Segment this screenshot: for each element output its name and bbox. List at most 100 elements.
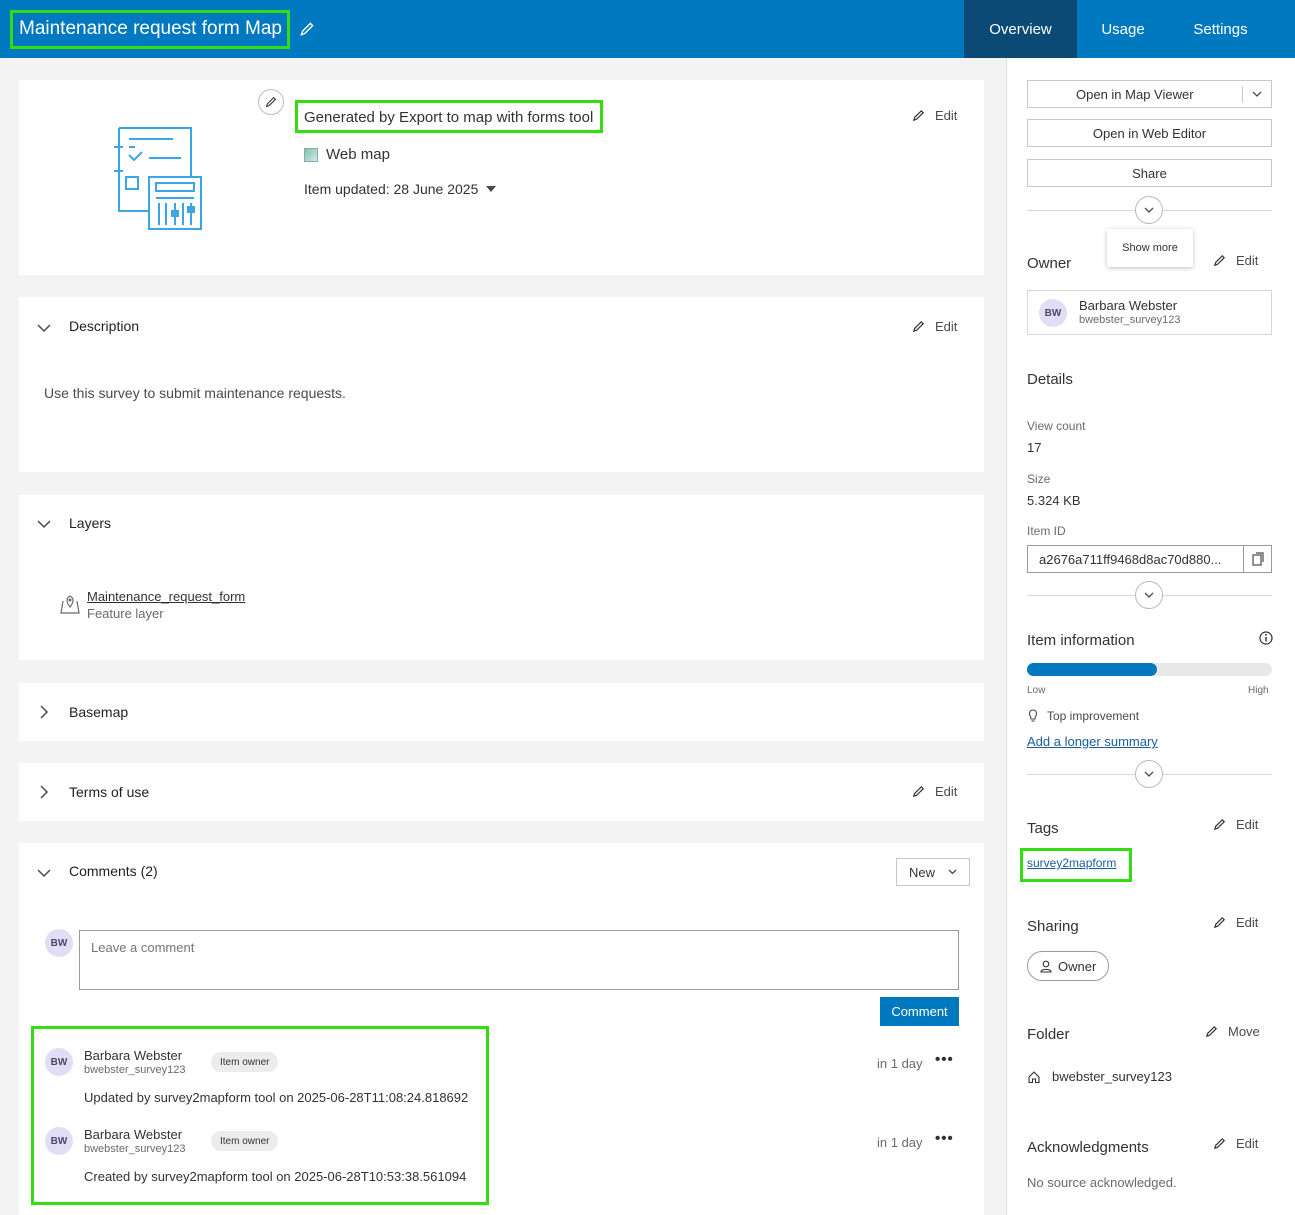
edit-label: Edit xyxy=(935,784,958,799)
layer-link[interactable]: Maintenance_request_form xyxy=(87,589,245,604)
edit-title-pencil-icon[interactable] xyxy=(298,20,316,38)
item-snippet: Generated by Export to map with forms to… xyxy=(304,109,594,126)
pencil-icon xyxy=(265,96,277,108)
avatar: BW xyxy=(45,929,73,957)
more-options-icon[interactable]: ••• xyxy=(935,1130,954,1147)
item-owner-badge: Item owner xyxy=(211,1052,279,1072)
page-title: Maintenance request form Map xyxy=(19,18,282,39)
chevron-down-icon[interactable] xyxy=(37,866,51,880)
item-type-label: Web map xyxy=(326,146,390,163)
edit-description-button[interactable]: Edit xyxy=(911,319,957,334)
share-button[interactable]: Share xyxy=(1027,159,1272,187)
comments-card: Comments (2) New BW Comment BW Barbara W… xyxy=(19,843,984,1215)
chevron-right-icon[interactable] xyxy=(37,705,51,719)
item-updated[interactable]: Item updated: 28 June 2025 xyxy=(304,181,497,197)
move-folder-button[interactable]: Move xyxy=(1204,1024,1260,1039)
score-high-label: High xyxy=(1248,685,1269,696)
comment-username: bwebster_survey123 xyxy=(84,1064,186,1076)
sidebar: Open in Map Viewer Open in Web Editor Sh… xyxy=(1006,58,1295,1215)
owner-username: bwebster_survey123 xyxy=(1079,314,1181,326)
chevron-right-icon[interactable] xyxy=(37,785,51,799)
edit-thumbnail-button[interactable] xyxy=(258,89,284,115)
item-id-label: Item ID xyxy=(1027,524,1066,538)
folder-name: bwebster_survey123 xyxy=(1052,1069,1172,1084)
pencil-icon xyxy=(912,320,925,333)
chevron-down-icon[interactable] xyxy=(37,517,51,531)
open-web-editor-button[interactable]: Open in Web Editor xyxy=(1027,119,1272,147)
comment-submit-button[interactable]: Comment xyxy=(880,997,959,1026)
tag-link[interactable]: survey2mapform xyxy=(1027,856,1116,870)
folder-title: Folder xyxy=(1027,1026,1070,1043)
chevron-down-icon xyxy=(1144,592,1154,598)
layers-title: Layers xyxy=(69,515,112,531)
tab-usage[interactable]: Usage xyxy=(1077,0,1169,58)
chevron-down-icon[interactable] xyxy=(1252,91,1262,98)
view-count-value: 17 xyxy=(1027,440,1042,455)
basemap-card[interactable]: Basemap xyxy=(19,683,984,741)
owner-card[interactable]: BW Barbara Webster bwebster_survey123 xyxy=(1027,290,1272,335)
item-score-fill xyxy=(1027,663,1157,676)
item-score-bar xyxy=(1027,663,1272,676)
copy-button[interactable] xyxy=(1244,545,1272,573)
view-count-label: View count xyxy=(1027,419,1086,433)
chevron-down-icon xyxy=(948,869,957,875)
comment-time: in 1 day xyxy=(877,1056,923,1071)
pencil-icon xyxy=(1213,818,1226,831)
top-improvement-label: Top improvement xyxy=(1047,709,1140,723)
layer-type: Feature layer xyxy=(87,606,164,621)
show-more-tooltip: Show more xyxy=(1107,229,1193,267)
sharing-title: Sharing xyxy=(1027,918,1079,935)
terms-title: Terms of use xyxy=(69,784,150,800)
show-more-button[interactable] xyxy=(1135,196,1163,224)
comment-input[interactable] xyxy=(79,930,959,990)
home-icon xyxy=(1028,1070,1040,1083)
sharing-level-chip[interactable]: Owner xyxy=(1027,951,1110,981)
tab-overview[interactable]: Overview xyxy=(964,0,1077,58)
sort-label: New xyxy=(909,864,936,880)
item-type: Web map xyxy=(304,146,390,163)
chevron-down-icon xyxy=(1144,207,1154,213)
web-map-icon xyxy=(304,147,318,162)
pencil-icon xyxy=(1213,916,1226,929)
edit-label: Edit xyxy=(935,108,958,123)
more-options-icon[interactable]: ••• xyxy=(935,1051,954,1068)
expand-details-button[interactable] xyxy=(1135,581,1163,609)
expand-information-button[interactable] xyxy=(1135,760,1163,788)
info-icon[interactable] xyxy=(1259,631,1273,645)
comment-time: in 1 day xyxy=(877,1135,923,1150)
comment-author: Barbara Webster xyxy=(84,1127,183,1142)
comment-sort-select[interactable]: New xyxy=(896,858,970,886)
avatar: BW xyxy=(45,1048,73,1076)
edit-label: Edit xyxy=(935,319,958,334)
size-label: Size xyxy=(1027,472,1051,486)
add-summary-link[interactable]: Add a longer summary xyxy=(1027,734,1158,749)
acknowledgments-title: Acknowledgments xyxy=(1027,1139,1149,1156)
feature-layer-icon xyxy=(60,595,80,614)
tab-settings[interactable]: Settings xyxy=(1169,0,1272,58)
edit-label: Edit xyxy=(1236,817,1259,832)
description-card: Description Edit Use this survey to subm… xyxy=(19,297,984,472)
item-id-field[interactable]: a2676a711ff9468d8ac70d880... xyxy=(1027,545,1244,573)
edit-terms-button[interactable]: Edit xyxy=(911,784,957,799)
description-title: Description xyxy=(69,318,140,334)
edit-summary-button[interactable]: Edit xyxy=(911,108,957,123)
edit-tags-button[interactable]: Edit xyxy=(1212,817,1258,832)
edit-owner-button[interactable]: Edit xyxy=(1212,253,1258,268)
terms-card[interactable]: Terms of use Edit xyxy=(19,763,984,821)
open-map-viewer-button[interactable]: Open in Map Viewer xyxy=(1027,80,1272,108)
chevron-down-icon[interactable] xyxy=(37,321,51,335)
item-owner-badge: Item owner xyxy=(211,1131,279,1151)
item-updated-label: Item updated: 28 June 2025 xyxy=(304,181,479,197)
layers-card: Layers Maintenance_request_form Feature … xyxy=(19,495,984,660)
tags-title: Tags xyxy=(1027,820,1059,837)
summary-card: Generated by Export to map with forms to… xyxy=(19,80,984,275)
score-low-label: Low xyxy=(1027,685,1046,696)
chevron-down-icon xyxy=(1144,771,1154,777)
edit-acknowledgments-button[interactable]: Edit xyxy=(1212,1136,1258,1151)
owner-name: Barbara Webster xyxy=(1079,298,1178,313)
comment-username: bwebster_survey123 xyxy=(84,1143,186,1155)
edit-sharing-button[interactable]: Edit xyxy=(1212,915,1258,930)
pencil-icon xyxy=(912,109,925,122)
top-bar: Maintenance request form Map Overview Us… xyxy=(0,0,1295,58)
comment-text: Updated by survey2mapform tool on 2025-0… xyxy=(84,1090,469,1105)
